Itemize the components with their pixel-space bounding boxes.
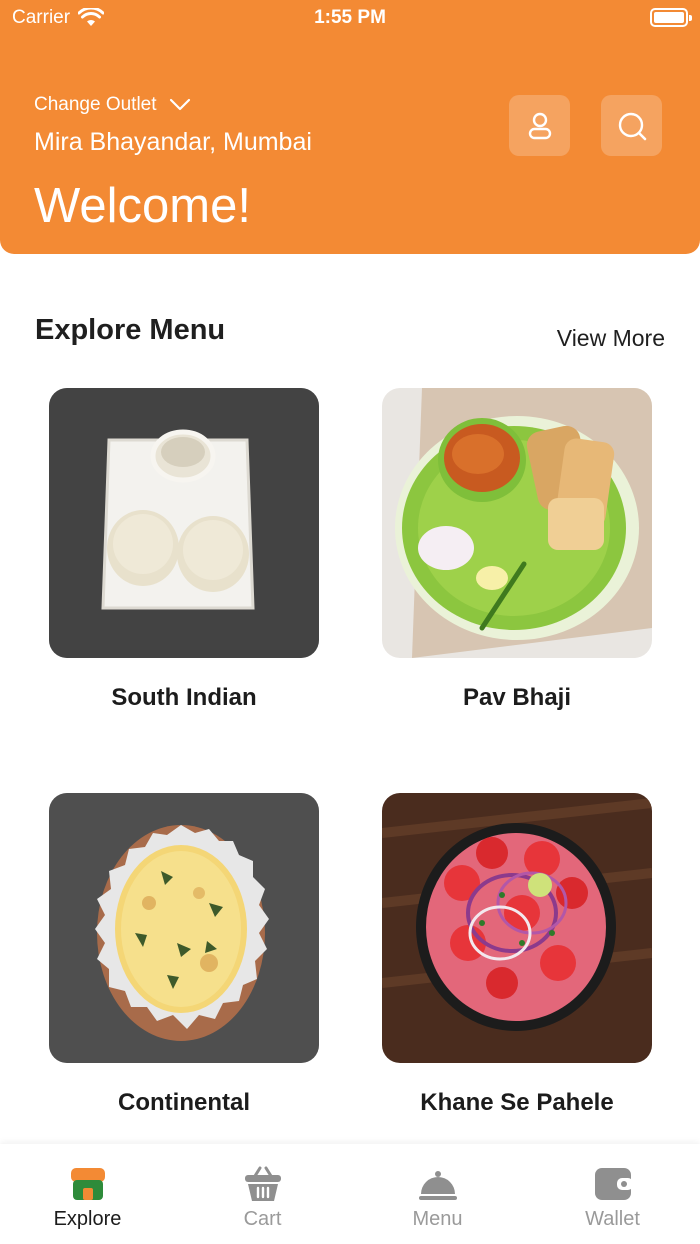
battery-icon [650,8,692,27]
tab-label: Menu [412,1208,463,1230]
outlet-location: Mira Bhayandar, Mumbai [34,128,312,156]
menu-card-label: Pav Bhaji [462,684,572,711]
status-bar: Carrier 1:55 PM [0,0,700,36]
menu-card-khane-se-pahele[interactable]: Khane Se Pahele [382,793,652,1117]
tab-cart[interactable]: Cart [175,1144,350,1244]
cloche-icon [418,1171,457,1200]
tab-label: Wallet [585,1208,640,1230]
change-outlet-button[interactable]: Change Outlet [34,94,191,116]
menu-card-label: South Indian [111,684,257,711]
profile-button[interactable] [509,95,570,156]
bottom-tab-bar: Explore Cart Menu Wallet [0,1144,700,1244]
change-outlet-label: Change Outlet [34,94,157,115]
menu-card-label: Khane Se Pahele [420,1089,614,1116]
menu-card-label: Continental [118,1089,250,1116]
tab-label: Cart [243,1208,282,1230]
search-icon [618,112,646,140]
basket-icon [244,1166,281,1201]
section-title: Explore Menu [35,314,226,346]
menu-card-pav-bhaji[interactable]: Pav Bhaji [382,388,652,712]
user-icon [528,112,551,139]
chevron-down-icon [169,98,190,111]
idli-sambar-plate-icon [49,388,319,658]
menu-card-continental[interactable]: Continental [49,793,319,1117]
view-more-link[interactable]: View More [557,325,665,352]
cheese-pizza-icon [49,793,319,1063]
tab-wallet[interactable]: Wallet [525,1144,700,1244]
salad-platter-icon [382,793,652,1063]
app-header: Carrier 1:55 PM Change Outlet Mira Bhaya… [0,0,700,254]
wallet-icon [594,1168,633,1200]
search-button[interactable] [601,95,662,156]
pav-bhaji-plate-icon [382,388,652,658]
store-icon [70,1168,105,1200]
tab-label: Explore [53,1208,122,1230]
tab-menu[interactable]: Menu [350,1144,525,1244]
status-time: 1:55 PM [314,7,386,28]
menu-card-south-indian[interactable]: South Indian [49,388,319,712]
tab-explore[interactable]: Explore [0,1144,175,1244]
welcome-heading: Welcome! [34,179,251,233]
